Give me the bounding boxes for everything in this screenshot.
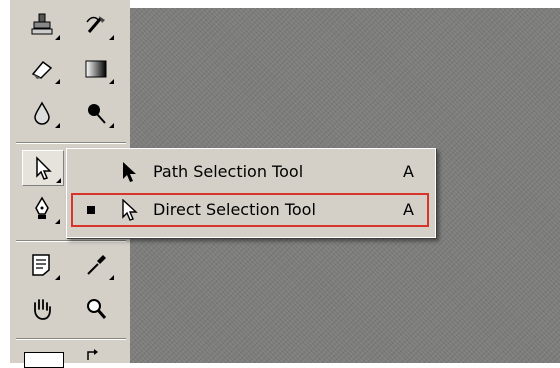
- toolbox-separator: [16, 338, 126, 340]
- pen-tool[interactable]: [22, 192, 62, 226]
- menu-item-path-selection[interactable]: Path Selection Tool A: [69, 153, 431, 191]
- eyedropper-tool[interactable]: [76, 248, 116, 282]
- clone-stamp-tool[interactable]: [22, 8, 62, 42]
- submenu-indicator: [109, 275, 114, 280]
- drop-icon: [34, 101, 50, 125]
- color-swatch[interactable]: [24, 352, 64, 368]
- gradient-tool[interactable]: [76, 52, 116, 86]
- burn-tool[interactable]: [76, 96, 116, 130]
- submenu-indicator: [56, 178, 61, 183]
- submenu-indicator: [55, 79, 60, 84]
- submenu-indicator: [109, 35, 114, 40]
- submenu-indicator: [55, 219, 60, 224]
- blur-tool[interactable]: [22, 96, 62, 130]
- black-arrow-icon: [123, 162, 136, 182]
- burn-icon: [88, 104, 106, 124]
- submenu-indicator: [109, 79, 114, 84]
- tool-flyout-menu: Path Selection Tool A Direct Selection T…: [66, 148, 436, 238]
- menu-item-label: Path Selection Tool: [153, 162, 304, 181]
- gradient-icon: [85, 60, 107, 78]
- menu-item-direct-selection[interactable]: Direct Selection Tool A: [69, 191, 431, 229]
- toolbox-separator: [16, 142, 126, 144]
- eraser-icon: [31, 60, 53, 79]
- magnifier-icon: [87, 299, 107, 319]
- hand-tool[interactable]: [22, 292, 62, 326]
- checked-indicator: [87, 206, 95, 214]
- submenu-indicator: [55, 275, 60, 280]
- notes-icon: [32, 254, 50, 276]
- zoom-tool[interactable]: [76, 292, 116, 326]
- eyedropper-icon: [87, 255, 106, 275]
- menu-item-shortcut: A: [403, 200, 414, 219]
- stamp-icon: [31, 13, 53, 35]
- history-brush-tool[interactable]: [76, 8, 116, 42]
- pen-icon: [35, 196, 49, 219]
- submenu-indicator: [55, 123, 60, 128]
- arrow-icon: [36, 156, 52, 180]
- menu-item-shortcut: A: [403, 162, 414, 181]
- submenu-indicator: [109, 123, 114, 128]
- history-brush-icon: [86, 16, 105, 33]
- submenu-indicator: [55, 35, 60, 40]
- hand-icon: [34, 299, 51, 320]
- notes-tool[interactable]: [22, 248, 62, 282]
- selection-tool[interactable]: [22, 150, 64, 186]
- toolbox-separator: [16, 240, 126, 242]
- menu-item-label: Direct Selection Tool: [153, 200, 316, 219]
- white-arrow-icon: [122, 199, 138, 221]
- swap-arrow-icon[interactable]: [86, 348, 100, 362]
- eraser-tool[interactable]: [22, 52, 62, 86]
